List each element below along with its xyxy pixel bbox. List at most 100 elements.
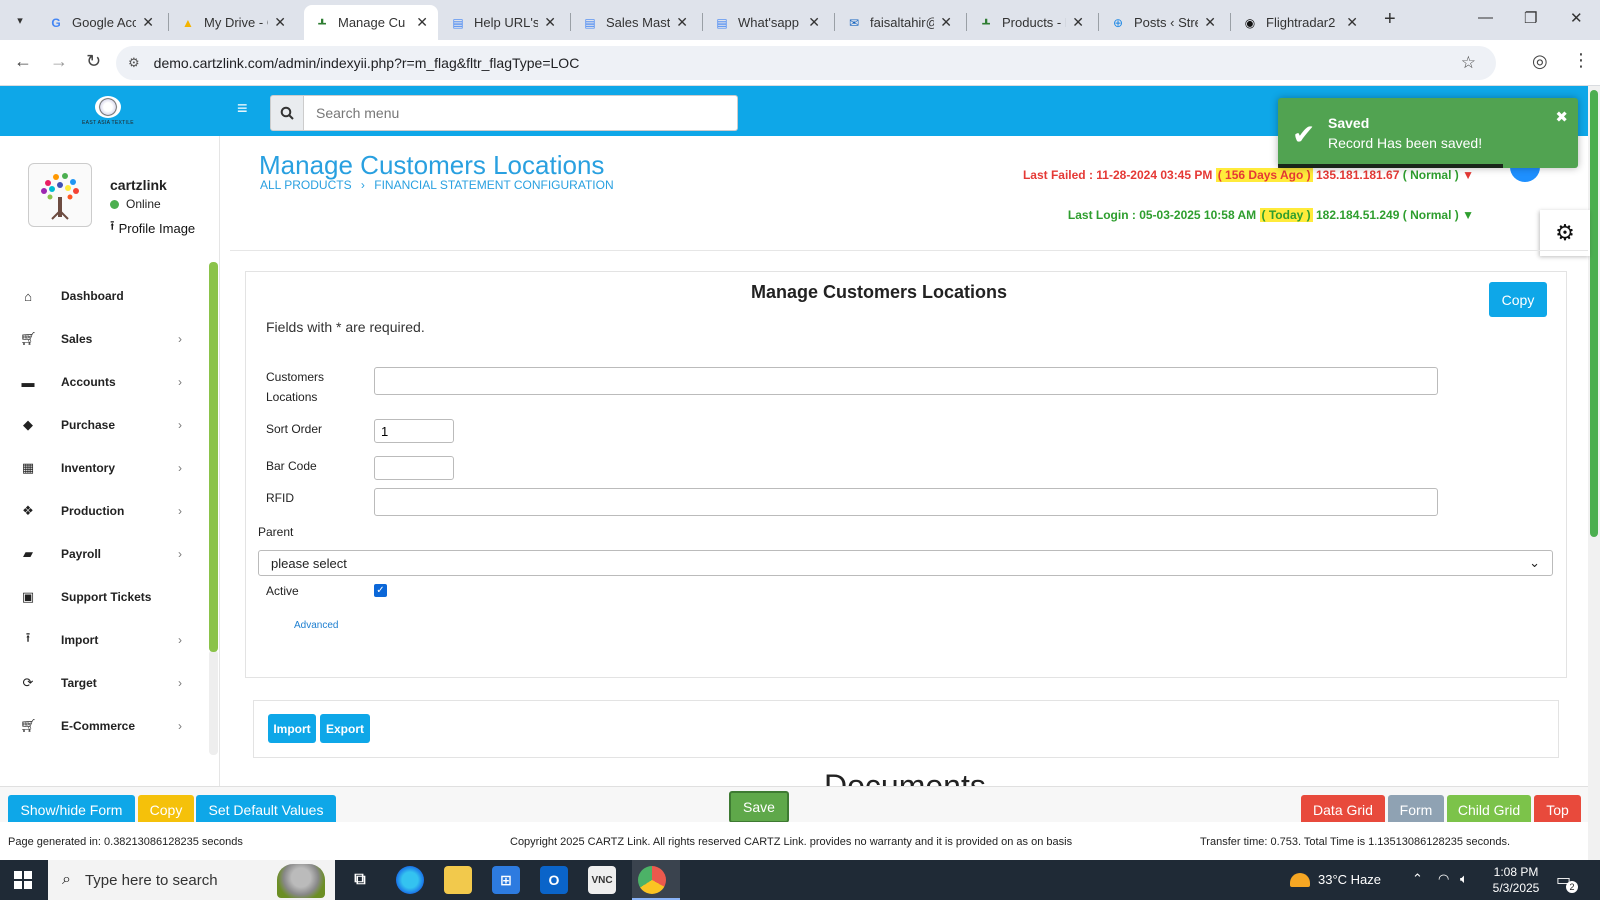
active-checkbox[interactable]: ✓ xyxy=(374,584,387,597)
vnc-icon[interactable]: VNC xyxy=(588,866,616,894)
volume-icon[interactable]: 🔈︎ xyxy=(1460,871,1468,887)
sidebar-item-payroll[interactable]: ▰ Payroll › xyxy=(0,536,200,572)
forward-icon[interactable]: → xyxy=(50,51,68,72)
toast-title: Saved xyxy=(1328,115,1370,131)
import-button[interactable]: Import xyxy=(268,714,316,743)
browser-tab[interactable]: ▲ My Drive - G ✕ xyxy=(170,5,296,40)
customers-locations-input[interactable] xyxy=(374,367,1438,395)
data-grid-button[interactable]: Data Grid xyxy=(1301,795,1385,825)
store-icon[interactable]: ⊞ xyxy=(492,866,520,894)
sidebar-scrollbar-track[interactable] xyxy=(209,650,218,755)
minimize-icon[interactable]: — xyxy=(1478,9,1493,26)
close-icon[interactable]: ✕ xyxy=(940,14,952,31)
sidebar-scrollbar-thumb[interactable] xyxy=(209,262,218,652)
hamburger-menu-icon[interactable]: ≡ xyxy=(237,98,248,119)
browser-tab[interactable]: G Google Acc ✕ xyxy=(38,5,164,40)
url-text[interactable]: demo.cartzlink.com/admin/indexyii.php?r=… xyxy=(154,55,580,71)
top-button[interactable]: Top xyxy=(1534,795,1581,825)
sidebar-item-import[interactable]: ⭱ Import › xyxy=(0,622,200,658)
save-button[interactable]: Save xyxy=(729,791,789,823)
browser-tab[interactable]: ✉ faisaltahir@ ✕ xyxy=(836,5,962,40)
browser-tab[interactable]: ▤ Help URL's ✕ xyxy=(440,5,566,40)
page-scrollbar-thumb[interactable] xyxy=(1590,90,1598,537)
sidebar-item-support-tickets[interactable]: ▣ Support Tickets xyxy=(0,579,200,615)
caret-down-icon: ▼ xyxy=(1462,208,1474,222)
rfid-input[interactable] xyxy=(374,488,1438,516)
export-button[interactable]: Export xyxy=(320,714,370,743)
close-icon[interactable]: ✕ xyxy=(1204,14,1216,31)
toast-close-icon[interactable]: ✖ xyxy=(1555,108,1568,126)
advanced-link[interactable]: Advanced xyxy=(294,620,338,631)
form-button[interactable]: Form xyxy=(1388,795,1444,825)
profile-image-link[interactable]: ⭱ Profile Image xyxy=(110,217,195,239)
browser-tab[interactable]: ◉ Flightradar2 ✕ xyxy=(1232,5,1368,40)
child-grid-button[interactable]: Child Grid xyxy=(1447,795,1531,825)
search-menu-input[interactable] xyxy=(304,95,738,131)
browser-tab[interactable]: ᚆ Products - F ✕ xyxy=(968,5,1094,40)
sidebar-item-e-commerce[interactable]: 🛒︎ E-Commerce › xyxy=(0,708,200,744)
browser-tab[interactable]: ⊕ Posts ‹ Strea ✕ xyxy=(1100,5,1226,40)
close-icon[interactable]: ✕ xyxy=(416,14,428,31)
parent-select[interactable]: please select ⌄ xyxy=(258,550,1553,576)
close-icon[interactable]: ✕ xyxy=(274,14,286,31)
active-label: Active xyxy=(266,584,299,598)
breadcrumb-item[interactable]: FINANCIAL STATEMENT CONFIGURATION xyxy=(374,178,613,192)
copy-button[interactable]: Copy xyxy=(1489,282,1547,317)
wifi-icon[interactable]: ◠ xyxy=(1438,871,1449,887)
profile-account-icon[interactable]: ◎ xyxy=(1532,51,1548,72)
close-icon[interactable]: ✕ xyxy=(1346,14,1358,31)
close-icon[interactable]: ✕ xyxy=(142,14,154,31)
tray-chevron-up-icon[interactable]: ⌃ xyxy=(1412,871,1423,887)
close-icon[interactable]: ✕ xyxy=(1072,14,1084,31)
sidebar-item-dashboard[interactable]: ⌂ Dashboard xyxy=(0,278,200,314)
edge-icon[interactable] xyxy=(396,866,424,894)
checkmark-icon: ✔ xyxy=(1292,119,1316,150)
browser-tab[interactable]: ▤ Sales Maste ✕ xyxy=(572,5,698,40)
new-tab-button[interactable]: + xyxy=(1384,8,1396,31)
import-export-card xyxy=(253,700,1559,758)
close-icon[interactable]: ✕ xyxy=(808,14,820,31)
avatar[interactable] xyxy=(28,163,92,227)
outlook-icon[interactable]: O xyxy=(540,866,568,894)
search-icon[interactable] xyxy=(270,95,304,131)
brand-logo[interactable]: EAST ASIA TEXTILE xyxy=(80,96,136,130)
browser-tab[interactable]: ▤ What'sapp ✕ xyxy=(704,5,830,40)
more-menu-icon[interactable]: ⋮ xyxy=(1572,50,1590,71)
set-default-values-button[interactable]: Set Default Values xyxy=(196,795,336,825)
last-failed-info: Last Failed : 11-28-2024 03:45 PM ( 156 … xyxy=(1022,168,1474,182)
bar-code-input[interactable] xyxy=(374,456,454,480)
sidebar-item-sales[interactable]: 🛒︎ Sales › xyxy=(0,321,200,357)
url-omnibox[interactable]: ⚙ demo.cartzlink.com/admin/indexyii.php?… xyxy=(116,46,1496,80)
sidebar-item-production[interactable]: ❖ Production › xyxy=(0,493,200,529)
breadcrumb-item[interactable]: ALL PRODUCTS xyxy=(260,178,352,192)
restore-icon[interactable]: ❐ xyxy=(1524,9,1537,27)
tab-search-button[interactable]: ▾ xyxy=(8,8,32,32)
window-close-icon[interactable]: ✕ xyxy=(1570,9,1583,27)
copy-bottom-button[interactable]: Copy xyxy=(138,795,194,825)
sidebar-item-purchase[interactable]: ◆ Purchase › xyxy=(0,407,200,443)
documents-heading: Documents xyxy=(824,768,986,786)
taskbar-search[interactable]: ⌕ Type here to search xyxy=(48,860,335,900)
cartz-icon: ᚆ xyxy=(318,15,326,30)
site-settings-icon[interactable]: ⚙ xyxy=(128,55,140,71)
success-toast[interactable]: ✔ Saved Record Has been saved! ✖ xyxy=(1278,98,1578,168)
task-view-icon[interactable]: ⧉ xyxy=(346,866,374,894)
tab-separator xyxy=(966,13,967,31)
file-explorer-icon[interactable] xyxy=(444,866,472,894)
sidebar-item-inventory[interactable]: ▦ Inventory › xyxy=(0,450,200,486)
close-icon[interactable]: ✕ xyxy=(544,14,556,31)
sidebar-item-target[interactable]: ⟳ Target › xyxy=(0,665,200,701)
bookmark-star-icon[interactable]: ☆ xyxy=(1461,53,1476,73)
sort-order-input[interactable] xyxy=(374,419,454,443)
show-hide-form-button[interactable]: Show/hide Form xyxy=(8,795,135,825)
system-clock[interactable]: 1:08 PM 5/3/2025 xyxy=(1486,864,1546,896)
online-status-text: Online xyxy=(126,197,161,211)
sidebar-item-accounts[interactable]: ▬ Accounts › xyxy=(0,364,200,400)
browser-tab-active[interactable]: ᚆ Manage Cu ✕ xyxy=(304,5,438,40)
close-icon[interactable]: ✕ xyxy=(676,14,688,31)
briefcase-icon: ▬ xyxy=(21,374,35,390)
windows-start-icon[interactable] xyxy=(14,871,32,889)
back-icon[interactable]: ← xyxy=(14,51,32,72)
weather-widget[interactable]: 33°C Haze xyxy=(1290,872,1381,887)
reload-icon[interactable]: ↻ xyxy=(86,51,101,72)
